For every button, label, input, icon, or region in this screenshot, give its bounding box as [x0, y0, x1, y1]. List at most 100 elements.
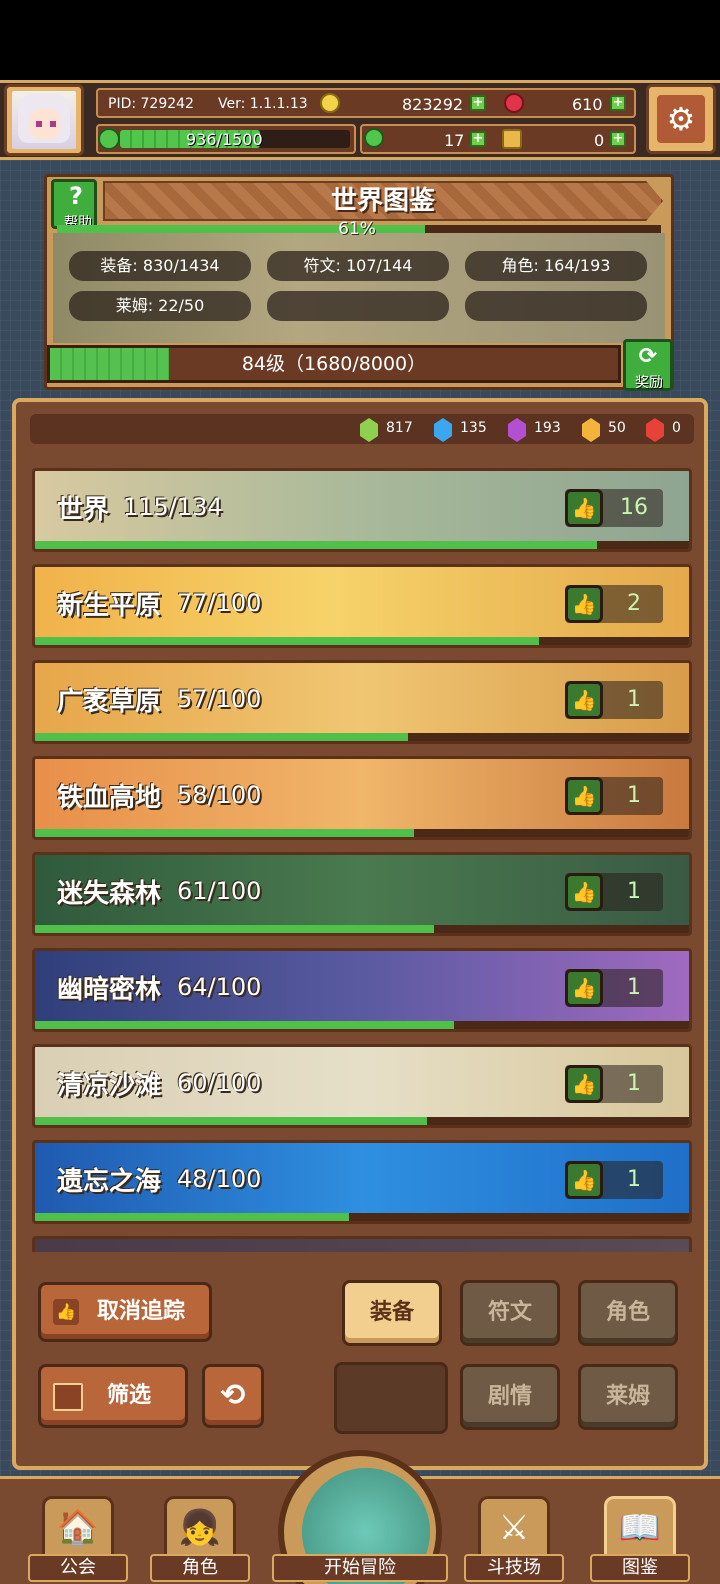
region-row[interactable]: 迷失森林 61/100 👍 1: [32, 852, 692, 936]
untrack-label: 取消追踪: [97, 1299, 186, 1324]
nav-adventure-label: 开始冒险: [272, 1554, 448, 1582]
region-row-partial[interactable]: [32, 1236, 692, 1252]
region-progress-count: 115/134: [123, 493, 223, 521]
region-name: 迷失森林: [57, 879, 162, 909]
thumbs-up-icon[interactable]: 👍: [565, 873, 603, 911]
like-count: 1: [627, 783, 641, 808]
like-counter: 👍 1: [565, 969, 663, 1007]
add-key-button[interactable]: +: [610, 131, 626, 147]
untrack-button[interactable]: 👍 取消追踪: [38, 1282, 212, 1342]
region-progress-fill: [35, 541, 598, 549]
player-info-bar: PID: 729242 Ver: 1.1.1.13 823292 + 610 +: [96, 88, 636, 118]
character-icon: 👧: [164, 1496, 236, 1560]
gold-amount: 823292: [402, 95, 464, 114]
region-list[interactable]: 世界 115/134 👍 16 新生平原 77/100 👍 2 广袤草原 57/100 👍 1 铁血高地…: [32, 468, 692, 1252]
filter-button[interactable]: 筛选: [38, 1364, 188, 1428]
region-row[interactable]: 新生平原 77/100 👍 2: [32, 564, 692, 648]
region-progress-bar: [35, 1213, 689, 1221]
like-counter: 👍 2: [565, 585, 663, 623]
region-progress-count: 64/100: [177, 973, 262, 1001]
region-row[interactable]: 世界 115/134 👍 16: [32, 468, 692, 552]
stat-equipment: 装备: 830/1434: [69, 251, 251, 281]
region-progress-fill: [35, 925, 434, 933]
add-clover-button[interactable]: +: [470, 131, 486, 147]
region-progress-fill: [35, 733, 408, 741]
tab-story[interactable]: 剧情: [460, 1364, 560, 1430]
nav-character-label: 角色: [150, 1554, 250, 1582]
gear-icon: ⚙: [657, 95, 705, 143]
like-counter: 👍 1: [565, 1065, 663, 1103]
empty-slot: [334, 1362, 448, 1434]
avatar-portrait: [12, 91, 76, 149]
nav-guild[interactable]: 🏠 公会: [28, 1484, 128, 1584]
region-progress-count: 58/100: [177, 781, 262, 809]
add-gold-button[interactable]: +: [470, 95, 486, 111]
like-counter: 👍 1: [565, 1161, 663, 1199]
like-count: 1: [627, 1167, 641, 1192]
region-name: 铁血高地: [57, 783, 162, 813]
region-progress-count: 60/100: [177, 1069, 262, 1097]
map-background: [53, 233, 665, 343]
region-progress-bar: [35, 1021, 689, 1029]
tab-characters[interactable]: 角色: [578, 1280, 678, 1346]
nav-encyclopedia[interactable]: 📖 图鉴: [590, 1484, 690, 1584]
reset-filter-button[interactable]: ⟲: [202, 1364, 264, 1428]
ruby-icon: [504, 93, 524, 113]
guild-house-icon: 🏠: [42, 1496, 114, 1560]
key-amount: 0: [594, 131, 605, 150]
stat-empty-slot: [465, 291, 647, 321]
nav-encyclopedia-label: 图鉴: [590, 1554, 690, 1582]
tab-runes[interactable]: 符文: [460, 1280, 560, 1346]
book-icon: 📖: [604, 1496, 676, 1560]
xp-text: 936/1500: [186, 130, 263, 149]
player-avatar[interactable]: [4, 84, 84, 156]
nav-arena[interactable]: ⚔ 斗技场: [464, 1484, 564, 1584]
reward-label: 奖励: [635, 375, 663, 391]
tab-slimes[interactable]: 莱姆: [578, 1364, 678, 1430]
add-ruby-button[interactable]: +: [610, 95, 626, 111]
world-encyclopedia-card: 世界图鉴 ? 帮助 61% 装备: 830/1434 符文: 107/144 角…: [44, 174, 674, 391]
crossed-swords-icon: ⚔: [478, 1496, 550, 1560]
encyclopedia-level-bar: 84级（1680/8000）: [47, 345, 621, 383]
nav-start-adventure[interactable]: 开始冒险: [272, 1450, 448, 1584]
thumbs-up-icon[interactable]: 👍: [565, 681, 603, 719]
region-progress-bar: [35, 829, 689, 837]
green-gem-count: 817: [386, 420, 413, 436]
nav-character[interactable]: 👧 角色: [150, 1484, 250, 1584]
tab-equipment[interactable]: 装备: [342, 1280, 442, 1346]
region-name: 清凉沙滩: [57, 1071, 162, 1101]
region-row[interactable]: 幽暗密林 64/100 👍 1: [32, 948, 692, 1032]
region-row[interactable]: 遗忘之海 48/100 👍 1: [32, 1140, 692, 1224]
region-name: 广袤草原: [57, 687, 162, 717]
gold-coin-icon: [320, 93, 340, 113]
region-row[interactable]: 铁血高地 58/100 👍 1: [32, 756, 692, 840]
refresh-icon: ⟳: [638, 344, 658, 369]
region-row[interactable]: 清凉沙滩 60/100 👍 1: [32, 1044, 692, 1128]
region-progress-bar: [35, 637, 689, 645]
region-name: 新生平原: [57, 591, 162, 621]
region-row[interactable]: 广袤草原 57/100 👍 1: [32, 660, 692, 744]
stat-runes: 符文: 107/144: [267, 251, 449, 281]
like-counter: 👍 16: [565, 489, 663, 527]
reward-button[interactable]: ⟳ 奖励: [623, 339, 673, 391]
region-progress-bar: [35, 925, 689, 933]
region-progress-bar: [35, 733, 689, 741]
region-progress-count: 57/100: [177, 685, 262, 713]
orange-gem-count: 50: [608, 420, 626, 436]
region-progress-fill: [35, 637, 539, 645]
thumbs-up-icon[interactable]: 👍: [565, 1161, 603, 1199]
thumbs-up-icon[interactable]: 👍: [565, 777, 603, 815]
nav-arena-label: 斗技场: [464, 1554, 564, 1582]
thumbs-up-icon[interactable]: 👍: [565, 1065, 603, 1103]
region-progress-bar: [35, 1117, 689, 1125]
thumbs-up-icon[interactable]: 👍: [565, 969, 603, 1007]
thumbs-up-icon[interactable]: 👍: [565, 489, 603, 527]
stat-characters: 角色: 164/193: [465, 251, 647, 281]
clover-amount: 17: [444, 131, 465, 150]
like-counter: 👍 1: [565, 681, 663, 719]
thumbs-up-icon[interactable]: 👍: [565, 585, 603, 623]
resource-bar: 17 + 0 +: [360, 124, 636, 154]
settings-button[interactable]: ⚙: [646, 84, 716, 154]
encyclopedia-title: 世界图鉴: [330, 186, 435, 216]
red-gem-count: 0: [672, 420, 681, 436]
